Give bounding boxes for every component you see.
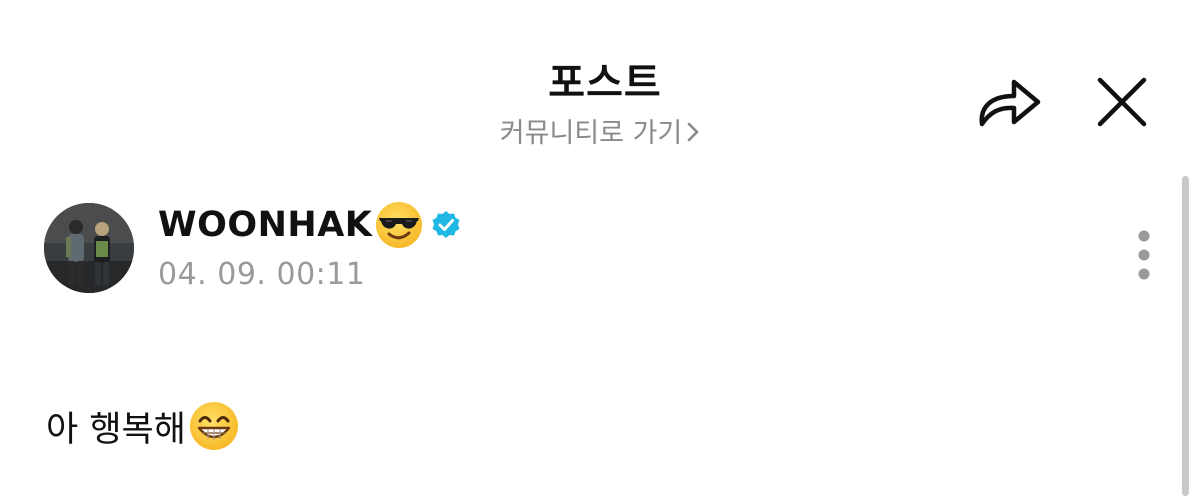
smiling-face-with-sunglasses-icon xyxy=(376,202,423,248)
scrollbar[interactable] xyxy=(1182,176,1189,496)
more-vertical-icon[interactable] xyxy=(1126,226,1162,286)
chevron-right-icon xyxy=(687,122,699,142)
post-timestamp: 04. 09. 00:11 xyxy=(158,257,366,292)
avatar-photo xyxy=(44,203,134,293)
beaming-face-icon xyxy=(189,402,238,450)
post-body: 아 행복해 xyxy=(46,399,240,453)
author-row: WOONHAK xyxy=(158,199,462,251)
post-body-text: 아 행복해 xyxy=(46,409,186,450)
verified-badge-icon xyxy=(432,211,460,238)
author-name[interactable]: WOONHAK xyxy=(158,205,372,245)
share-icon[interactable] xyxy=(976,72,1044,130)
close-icon[interactable] xyxy=(1094,76,1150,128)
community-link-label: 커뮤니티로 가기 xyxy=(499,118,683,149)
avatar[interactable] xyxy=(44,203,134,293)
